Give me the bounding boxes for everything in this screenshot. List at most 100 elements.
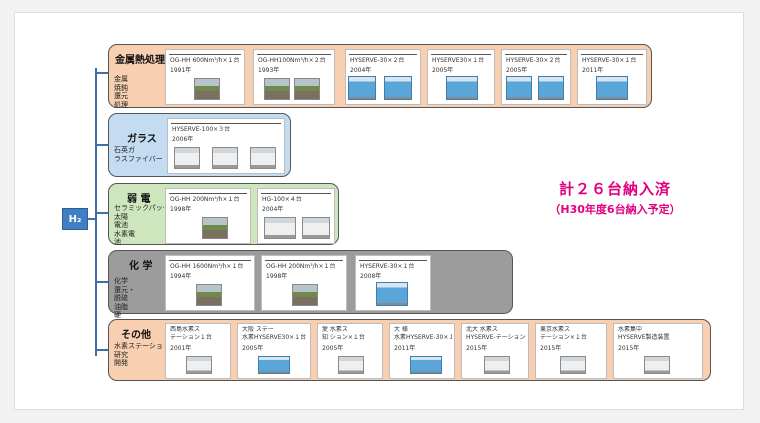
group-description: 石英ガ ラスファイバー <box>114 146 163 163</box>
delivery-card: 西島水素ス テーション１台 2001年 <box>165 323 231 379</box>
group-title: 金属熱処理 <box>115 55 165 66</box>
unit-photo <box>174 147 200 169</box>
unit-photo <box>264 78 290 100</box>
card-year: 2008年 <box>360 273 382 280</box>
announcement-total: 計２６台納入済 <box>558 180 671 198</box>
group-other: その他 水素ステーション 研究 開発 西島水素ス テーション１台 2001年 大… <box>108 319 711 381</box>
delivery-card: 水素集中 HYSERVE製造装置 2015年 <box>613 323 703 379</box>
group-chemistry: 化 学 化学 還元・ 脱硫 油脂 硬 OG-HH 1600Nm³/h×１台 19… <box>108 250 513 319</box>
unit-photo <box>446 76 478 100</box>
unit-photo <box>194 78 220 100</box>
group-title: その他 <box>121 330 151 341</box>
card-label: 西島水素ス テーション１台 <box>170 326 212 341</box>
unit-photo <box>258 356 290 374</box>
card-label: 大阪 ステー 水素HYSERVE30×１台 <box>242 326 307 341</box>
card-year: 2011年 <box>394 345 416 352</box>
card-year: 2011年 <box>582 67 604 74</box>
unit-photo <box>376 282 408 306</box>
group-metal-heat-treatment: 金属熱処理 金属 焼鈍 還元 処理 OG-HH 600Nm³/h×１台 1991… <box>108 44 652 109</box>
unit-photo <box>202 217 228 239</box>
card-year: 1998年 <box>170 206 192 213</box>
card-year: 2006年 <box>172 136 194 143</box>
unit-photo <box>506 76 532 100</box>
delivery-card: 大阪 ステー 水素HYSERVE30×１台 2005年 <box>237 323 311 379</box>
card-label: 愛 水素ス 知 ション×１台 <box>322 326 365 341</box>
group-title: 弱 電 <box>127 194 151 205</box>
group-description: 化学 還元・ 脱硫 油脂 硬 <box>114 277 135 319</box>
unit-photo <box>384 76 412 100</box>
group-glass: ガラス 石英ガ ラスファイバー HYSERVE-100×３台 2006年 <box>108 113 291 177</box>
group-description: セラミックパッケージ 太陽 電池 水素電 池 <box>114 204 164 246</box>
unit-photo <box>596 76 628 100</box>
unit-photo <box>292 284 318 306</box>
unit-photo <box>294 78 320 100</box>
card-label: HYSERVE-30×１台 <box>582 57 637 64</box>
card-label: HG-100×４台 <box>262 196 302 203</box>
card-year: 1994年 <box>170 273 192 280</box>
card-label: HYSERVE-30×２台 <box>350 57 405 64</box>
delivery-card: OG-HH 200Nm³/h×１台 1998年 <box>165 188 251 244</box>
delivery-card: OG-HH 600Nm³/h×１台 1991年 <box>165 49 245 105</box>
card-year: 2001年 <box>170 345 192 352</box>
card-label: OG-HH 1600Nm³/h×１台 <box>170 263 244 270</box>
unit-photo <box>212 147 238 169</box>
card-year: 2005年 <box>506 67 528 74</box>
card-year: 1991年 <box>170 67 192 74</box>
card-label: 東京水素ス テーション×１台 <box>540 326 587 341</box>
delivery-card: OG-HH 1600Nm³/h×１台 1994年 <box>165 255 255 311</box>
delivery-card: HYSERVE30×１台 2005年 <box>427 49 495 105</box>
unit-photo <box>410 356 442 374</box>
unit-photo <box>196 284 222 306</box>
group-weak-electric: 弱 電 セラミックパッケージ 太陽 電池 水素電 池 OG-HH 200Nm³/… <box>108 183 339 246</box>
card-year: 2004年 <box>262 206 284 213</box>
delivery-card: OG-HH100Nm³/h×２台 1993年 <box>253 49 335 105</box>
unit-photo <box>250 147 276 169</box>
unit-photo <box>484 356 510 374</box>
card-year: 2004年 <box>350 67 372 74</box>
card-year: 1993年 <box>258 67 280 74</box>
delivery-card: 東京水素ス テーション×１台 2015年 <box>535 323 607 379</box>
delivery-card: HYSERVE-30×２台 2004年 <box>345 49 421 105</box>
hydrogen-hub: H₂ <box>62 208 88 230</box>
delivery-card: 北大 水素ス HYSERVE-テーション 2015年 <box>461 323 529 379</box>
delivery-card: HG-100×４台 2004年 <box>257 188 335 244</box>
unit-photo <box>348 76 376 100</box>
card-label: OG-HH 600Nm³/h×１台 <box>170 57 240 64</box>
delivery-card: 大 様 水素HYSERVE-30×１台 2011年 <box>389 323 455 379</box>
card-label: 水素集中 HYSERVE製造装置 <box>618 326 670 341</box>
card-year: 2005年 <box>322 345 344 352</box>
card-label: 大 様 水素HYSERVE-30×１台 <box>394 326 452 341</box>
group-title: 化 学 <box>129 261 153 272</box>
delivery-card: HYSERVE-30×１台 2011年 <box>577 49 647 105</box>
unit-photo <box>264 217 296 239</box>
delivery-card: HYSERVE-100×３台 2006年 <box>167 118 285 174</box>
card-year: 2015年 <box>466 345 488 352</box>
card-label: HYSERVE-30×２台 <box>506 57 561 64</box>
unit-photo <box>644 356 670 374</box>
card-label: HYSERVE-100×３台 <box>172 126 231 133</box>
card-label: 北大 水素ス HYSERVE-テーション <box>466 326 526 341</box>
card-year: 2005年 <box>242 345 264 352</box>
hydrogen-label: H₂ <box>68 213 82 225</box>
unit-photo <box>538 76 564 100</box>
card-label: OG-HH100Nm³/h×２台 <box>258 57 326 64</box>
card-year: 2005年 <box>432 67 454 74</box>
card-label: HYSERVE30×１台 <box>432 57 485 64</box>
delivery-card: 愛 水素ス 知 ション×１台 2005年 <box>317 323 383 379</box>
card-label: OG-HH 200Nm³/h×１台 <box>170 196 240 203</box>
unit-photo <box>302 217 330 239</box>
delivery-card: OG-HH 200Nm³/h×１台 1998年 <box>261 255 347 311</box>
unit-photo <box>560 356 586 374</box>
card-year: 1998年 <box>266 273 288 280</box>
announcement-planned: （H30年度6台納入予定） <box>549 203 681 216</box>
card-year: 2015年 <box>618 345 640 352</box>
delivery-card: HYSERVE-30×２台 2005年 <box>501 49 571 105</box>
group-description: 水素ステーション 研究 開発 <box>114 342 164 367</box>
delivery-card: HYSERVE-30×１台 2008年 <box>355 255 431 311</box>
group-title: ガラス <box>127 134 157 145</box>
unit-photo <box>186 356 212 374</box>
card-year: 2015年 <box>540 345 562 352</box>
card-label: OG-HH 200Nm³/h×１台 <box>266 263 336 270</box>
card-label: HYSERVE-30×１台 <box>360 263 415 270</box>
delivery-total-announcement: 計２６台納入済 （H30年度6台納入予定） <box>520 178 710 217</box>
